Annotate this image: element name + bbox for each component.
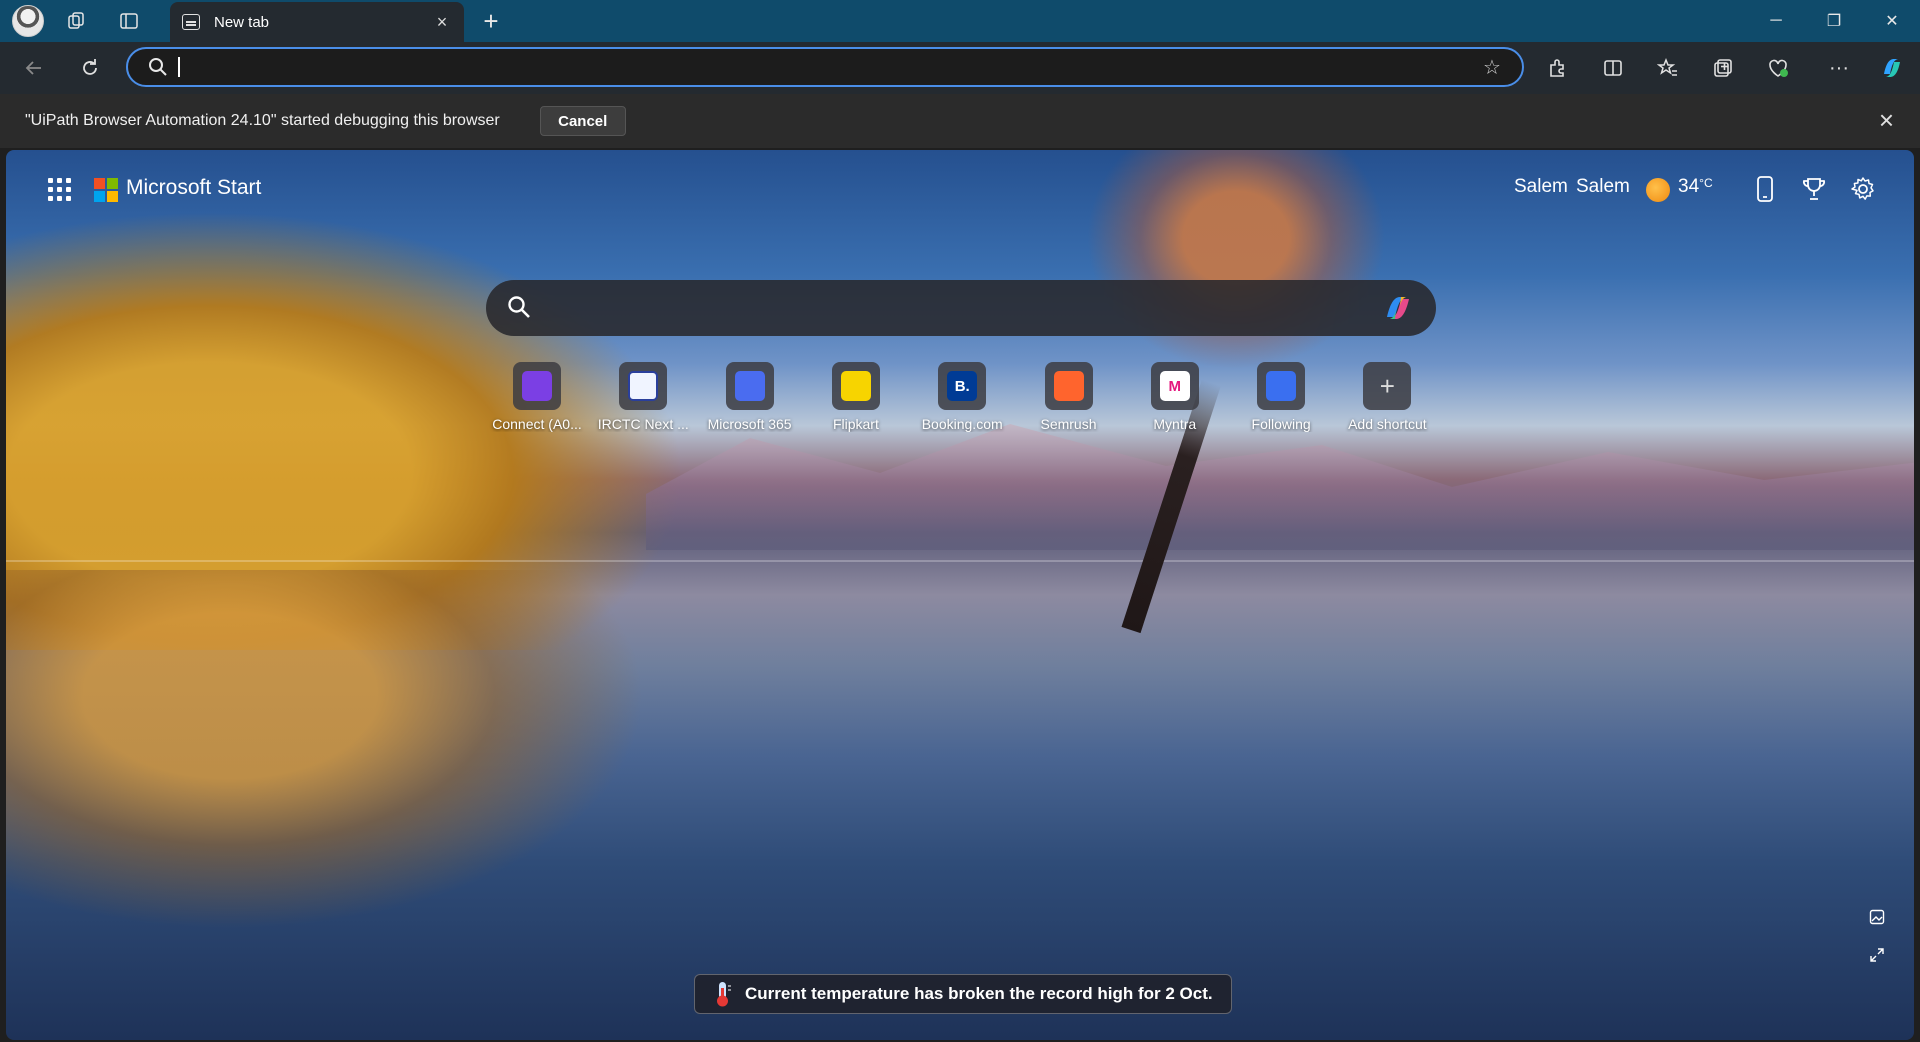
rewards-trophy-icon[interactable]: [1799, 174, 1829, 204]
shortcut-tile[interactable]: +: [1363, 362, 1412, 410]
shortcut-myntra[interactable]: M Myntra: [1122, 362, 1228, 432]
shortcut-following[interactable]: Following: [1228, 362, 1334, 432]
background-image-info-icon[interactable]: [1866, 906, 1888, 928]
settings-gear-icon[interactable]: [1848, 174, 1878, 204]
minimize-button[interactable]: ─: [1748, 0, 1804, 42]
background-reflection: [6, 570, 646, 930]
temperature-value: 34: [1678, 176, 1700, 197]
shortcut-label: IRCTC Next ...: [597, 416, 689, 432]
weather-news-banner[interactable]: Current temperature has broken the recor…: [694, 974, 1232, 1014]
collections-icon[interactable]: [1707, 52, 1739, 84]
copilot-icon[interactable]: [1876, 52, 1908, 84]
tab-title: New tab: [214, 13, 270, 31]
myntra-icon: M: [1159, 371, 1190, 401]
irctc-icon: [628, 371, 659, 401]
shortcut-tile[interactable]: [1257, 362, 1306, 410]
shortcut-connect[interactable]: Connect (A0...: [484, 362, 590, 432]
shortcut-tile[interactable]: [831, 362, 880, 410]
web-search-box[interactable]: [486, 280, 1436, 336]
weather-location[interactable]: Salem: [1514, 176, 1568, 198]
thermometer-icon: [713, 980, 733, 1008]
copilot-icon[interactable]: [1380, 291, 1416, 325]
new-tab-favicon-icon: [182, 14, 200, 30]
shortcut-tile[interactable]: [513, 362, 561, 410]
split-screen-icon[interactable]: [1597, 52, 1629, 84]
add-icon: +: [1379, 370, 1395, 401]
following-icon: [1266, 371, 1297, 401]
background-tree-crown: [1086, 150, 1386, 370]
brand-title[interactable]: Microsoft Start: [126, 176, 261, 200]
shortcut-tile[interactable]: [725, 362, 774, 410]
temperature-unit: °C: [1699, 176, 1713, 190]
news-text: Current temperature has broken the recor…: [745, 984, 1213, 1003]
weather-location-secondary[interactable]: Salem: [1576, 176, 1630, 198]
tab-new-tab[interactable]: New tab ×: [170, 2, 464, 42]
background-horizon: [6, 560, 1914, 562]
microsoft-logo-icon: [94, 178, 118, 202]
refresh-button[interactable]: [74, 52, 106, 84]
connect-icon: [522, 371, 552, 401]
shortcut-add[interactable]: + Add shortcut: [1334, 362, 1440, 432]
shortcut-microsoft365[interactable]: Microsoft 365: [697, 362, 803, 432]
shortcut-tile[interactable]: [619, 362, 668, 410]
shortcut-label: Myntra: [1153, 416, 1197, 432]
debugging-message: "UiPath Browser Automation 24.10" starte…: [25, 112, 500, 129]
semrush-icon: [1053, 371, 1084, 401]
shortcut-tile[interactable]: M: [1150, 362, 1199, 410]
favorites-icon[interactable]: [1652, 52, 1684, 84]
shortcut-label: Semrush: [1040, 416, 1097, 432]
expand-icon[interactable]: [1866, 944, 1888, 966]
favorite-star-icon[interactable]: ☆: [1478, 53, 1506, 81]
text-caret: [178, 57, 180, 77]
workspaces-icon[interactable]: [62, 6, 92, 36]
weather-temperature[interactable]: 34°C: [1678, 176, 1713, 198]
shortcut-label: Add shortcut: [1348, 416, 1427, 432]
shortcut-flipkart[interactable]: Flipkart: [803, 362, 909, 432]
shortcut-label: Connect (A0...: [492, 416, 582, 432]
vertical-tabs-icon[interactable]: [114, 6, 144, 36]
mobile-phone-icon[interactable]: [1750, 174, 1780, 204]
shortcut-irctc[interactable]: IRCTC Next ...: [590, 362, 696, 432]
flipkart-icon: [840, 371, 871, 401]
address-input[interactable]: [190, 58, 1478, 76]
back-button[interactable]: [18, 52, 50, 84]
microsoft365-icon: [734, 371, 765, 401]
new-tab-page: Microsoft Start Salem Salem 34°C Connect…: [6, 150, 1914, 1040]
booking-icon: B.: [947, 371, 978, 401]
shortcut-booking[interactable]: B. Booking.com: [909, 362, 1015, 432]
tab-close-icon[interactable]: ×: [432, 12, 452, 33]
app-launcher-icon[interactable]: [46, 176, 74, 204]
address-bar[interactable]: ☆: [126, 47, 1524, 87]
shortcut-tile[interactable]: [1044, 362, 1093, 410]
shortcut-semrush[interactable]: Semrush: [1016, 362, 1122, 432]
extensions-icon[interactable]: [1542, 52, 1574, 84]
cancel-debugging-button[interactable]: Cancel: [539, 106, 626, 136]
close-window-button[interactable]: ✕: [1864, 0, 1920, 42]
browser-toolbar: ☆ ···: [0, 42, 1920, 94]
shortcut-label: Flipkart: [832, 416, 879, 432]
shortcut-label: Following: [1251, 416, 1311, 432]
restore-button[interactable]: ❐: [1806, 0, 1862, 42]
infobar-close-icon[interactable]: ×: [1879, 107, 1894, 133]
new-tab-button[interactable]: +: [476, 6, 506, 36]
search-icon: [506, 294, 532, 325]
shortcut-label: Microsoft 365: [707, 416, 792, 432]
shortcut-tile[interactable]: B.: [938, 362, 987, 410]
browser-essentials-icon[interactable]: [1762, 52, 1794, 84]
tab-strip: New tab × + ─ ❐ ✕: [0, 0, 1920, 42]
profile-avatar[interactable]: [12, 5, 44, 37]
debugging-infobar: "UiPath Browser Automation 24.10" starte…: [0, 94, 1920, 148]
shortcut-label: Booking.com: [921, 416, 1003, 432]
search-icon: [146, 55, 170, 79]
more-options-icon[interactable]: ···: [1823, 52, 1855, 84]
sunny-weather-icon: [1646, 178, 1670, 202]
